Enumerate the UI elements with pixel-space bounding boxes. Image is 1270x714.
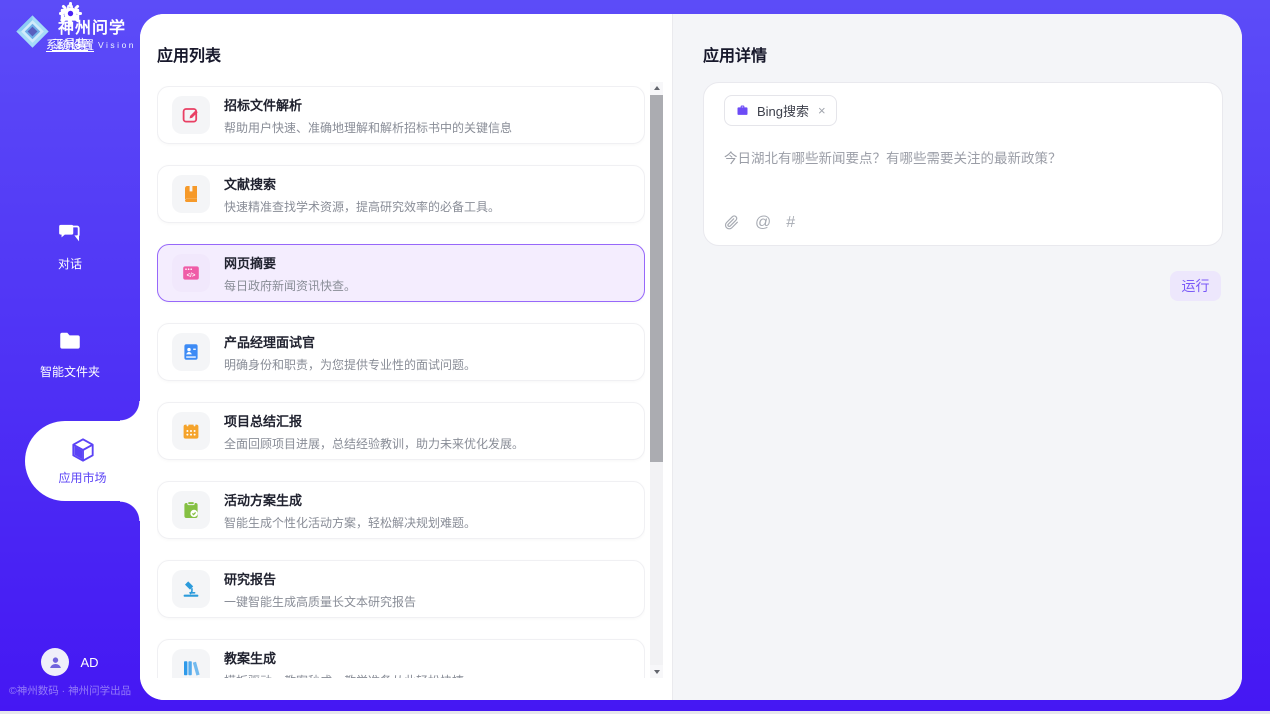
app-card-description: 智能生成个性化活动方案，轻松解决规划难题。 bbox=[224, 514, 476, 531]
app-card-description: 明确身份和职责，为您提供专业性的面试问题。 bbox=[224, 356, 476, 373]
user-account[interactable]: AD bbox=[0, 648, 140, 676]
app-card-招标文件解析[interactable]: 招标文件解析 帮助用户快速、准确地理解和解析招标书中的关键信息 bbox=[157, 86, 645, 144]
main-content: 应用列表 招标文件解析 帮助用户快速、准确地理解和解析招标书中的关键信息 bbox=[140, 14, 1242, 700]
books-icon bbox=[181, 658, 201, 678]
app-card-title: 项目总结汇报 bbox=[224, 411, 524, 430]
app-card-研究报告[interactable]: 研究报告 一键智能生成高质量长文本研究报告 bbox=[157, 560, 645, 618]
sidebar-item-app-market[interactable]: 应用市场 bbox=[25, 421, 140, 501]
app-card-title: 文献搜索 bbox=[224, 174, 500, 193]
resume-icon bbox=[181, 342, 201, 362]
app-card-title: 网页摘要 bbox=[224, 253, 356, 272]
tool-chip-bing-search[interactable]: Bing搜索 × bbox=[724, 95, 837, 126]
app-icon-tile: </> bbox=[172, 254, 210, 292]
nav-label: 智能文件夹 bbox=[40, 363, 100, 380]
prompt-card: Bing搜索 × 今日湖北有哪些新闻要点？有哪些需要关注的最新政策？ @ # bbox=[703, 82, 1223, 246]
gear-icon bbox=[57, 0, 84, 27]
scroll-down-arrow[interactable] bbox=[650, 665, 663, 678]
sidebar-item-system-settings[interactable]: 系统设置 bbox=[0, 0, 140, 53]
svg-text:</>: </> bbox=[187, 273, 196, 279]
app-icon-tile bbox=[172, 570, 210, 608]
sidebar-item-chat[interactable]: 对话 bbox=[0, 220, 140, 272]
app-card-title: 研究报告 bbox=[224, 569, 416, 588]
tool-chip-label: Bing搜索 bbox=[757, 101, 809, 120]
chip-close-icon[interactable]: × bbox=[818, 103, 826, 118]
app-card-产品经理面试官[interactable]: 产品经理面试官 明确身份和职责，为您提供专业性的面试问题。 bbox=[157, 323, 645, 381]
app-list: 招标文件解析 帮助用户快速、准确地理解和解析招标书中的关键信息 文献搜索 快速精… bbox=[157, 86, 645, 678]
app-list-title: 应用列表 bbox=[157, 42, 221, 66]
app-card-description: 快速精准查找学术资源，提高研究效率的必备工具。 bbox=[224, 198, 500, 215]
user-initials: AD bbox=[80, 655, 98, 670]
run-button[interactable]: 运行 bbox=[1170, 271, 1221, 301]
copyright-footer: ©神州数码 · 神州问学出品 bbox=[9, 683, 131, 698]
sidebar-item-smart-folder[interactable]: 智能文件夹 bbox=[0, 328, 140, 380]
app-icon-tile bbox=[172, 175, 210, 213]
composer-toolbar: @ # bbox=[723, 214, 795, 231]
hash-icon[interactable]: # bbox=[786, 215, 795, 231]
clipboard-check-icon bbox=[181, 500, 201, 520]
scroll-up-arrow[interactable] bbox=[650, 82, 663, 95]
app-card-title: 招标文件解析 bbox=[224, 95, 512, 114]
app-card-description: 全面回顾项目进展，总结经验教训，助力未来优化发展。 bbox=[224, 435, 524, 452]
microscope-icon bbox=[181, 579, 201, 599]
app-card-网页摘要[interactable]: </> 网页摘要 每日政府新闻资讯快查。 bbox=[157, 244, 645, 302]
briefcase-icon bbox=[735, 103, 750, 118]
notepad-icon bbox=[181, 421, 201, 441]
active-tab-curve-top bbox=[120, 401, 140, 421]
attachment-icon[interactable] bbox=[723, 214, 740, 231]
avatar bbox=[41, 648, 69, 676]
app-icon-tile bbox=[172, 96, 210, 134]
nav-label: 对话 bbox=[58, 255, 82, 272]
app-card-项目总结汇报[interactable]: 项目总结汇报 全面回顾项目进展，总结经验教训，助力未来优化发展。 bbox=[157, 402, 645, 460]
app-card-文献搜索[interactable]: 文献搜索 快速精准查找学术资源，提高研究效率的必备工具。 bbox=[157, 165, 645, 223]
list-scrollbar[interactable] bbox=[650, 82, 663, 678]
active-tab-curve-bottom bbox=[120, 501, 140, 521]
app-card-教案生成[interactable]: 教案生成 模板驱动，教案秒成，教学准备从此轻松快捷 bbox=[157, 639, 645, 678]
nav-label: 应用市场 bbox=[58, 469, 106, 486]
person-icon bbox=[46, 653, 65, 672]
app-card-title: 活动方案生成 bbox=[224, 490, 476, 509]
app-icon-tile bbox=[172, 491, 210, 529]
app-card-description: 帮助用户快速、准确地理解和解析招标书中的关键信息 bbox=[224, 119, 512, 136]
app-icon-tile bbox=[172, 412, 210, 450]
web-code-icon: </> bbox=[181, 263, 201, 283]
cube-icon bbox=[69, 436, 97, 464]
book-icon bbox=[181, 184, 201, 204]
app-list-panel: 应用列表 招标文件解析 帮助用户快速、准确地理解和解析招标书中的关键信息 bbox=[140, 14, 672, 700]
app-card-description: 模板驱动，教案秒成，教学准备从此轻松快捷 bbox=[224, 672, 464, 679]
app-detail-title: 应用详情 bbox=[703, 42, 767, 66]
app-card-活动方案生成[interactable]: 活动方案生成 智能生成个性化活动方案，轻松解决规划难题。 bbox=[157, 481, 645, 539]
app-card-title: 产品经理面试官 bbox=[224, 332, 476, 351]
folder-icon bbox=[57, 328, 83, 354]
app-icon-tile bbox=[172, 333, 210, 371]
app-card-description: 一键智能生成高质量长文本研究报告 bbox=[224, 593, 416, 610]
app-card-description: 每日政府新闻资讯快查。 bbox=[224, 277, 356, 294]
sidebar: 神州问学 Smart Vision 对话 智能文件夹 工具集 应用市场 系统设置 bbox=[0, 0, 140, 711]
nav-label: 系统设置 bbox=[46, 36, 94, 53]
mention-icon[interactable]: @ bbox=[755, 215, 771, 231]
app-card-title: 教案生成 bbox=[224, 648, 464, 667]
chat-icon bbox=[57, 220, 83, 246]
bid-doc-icon bbox=[181, 105, 201, 125]
app-window: 神州问学 Smart Vision 对话 智能文件夹 工具集 应用市场 系统设置 bbox=[0, 0, 1270, 714]
app-detail-panel: 应用详情 Bing搜索 × 今日湖北有哪些新闻要点？有哪些需要关注的最新政策？ … bbox=[672, 14, 1242, 700]
query-input[interactable]: 今日湖北有哪些新闻要点？有哪些需要关注的最新政策？ bbox=[724, 147, 1202, 167]
scrollbar-thumb[interactable] bbox=[650, 95, 663, 462]
app-icon-tile bbox=[172, 649, 210, 678]
